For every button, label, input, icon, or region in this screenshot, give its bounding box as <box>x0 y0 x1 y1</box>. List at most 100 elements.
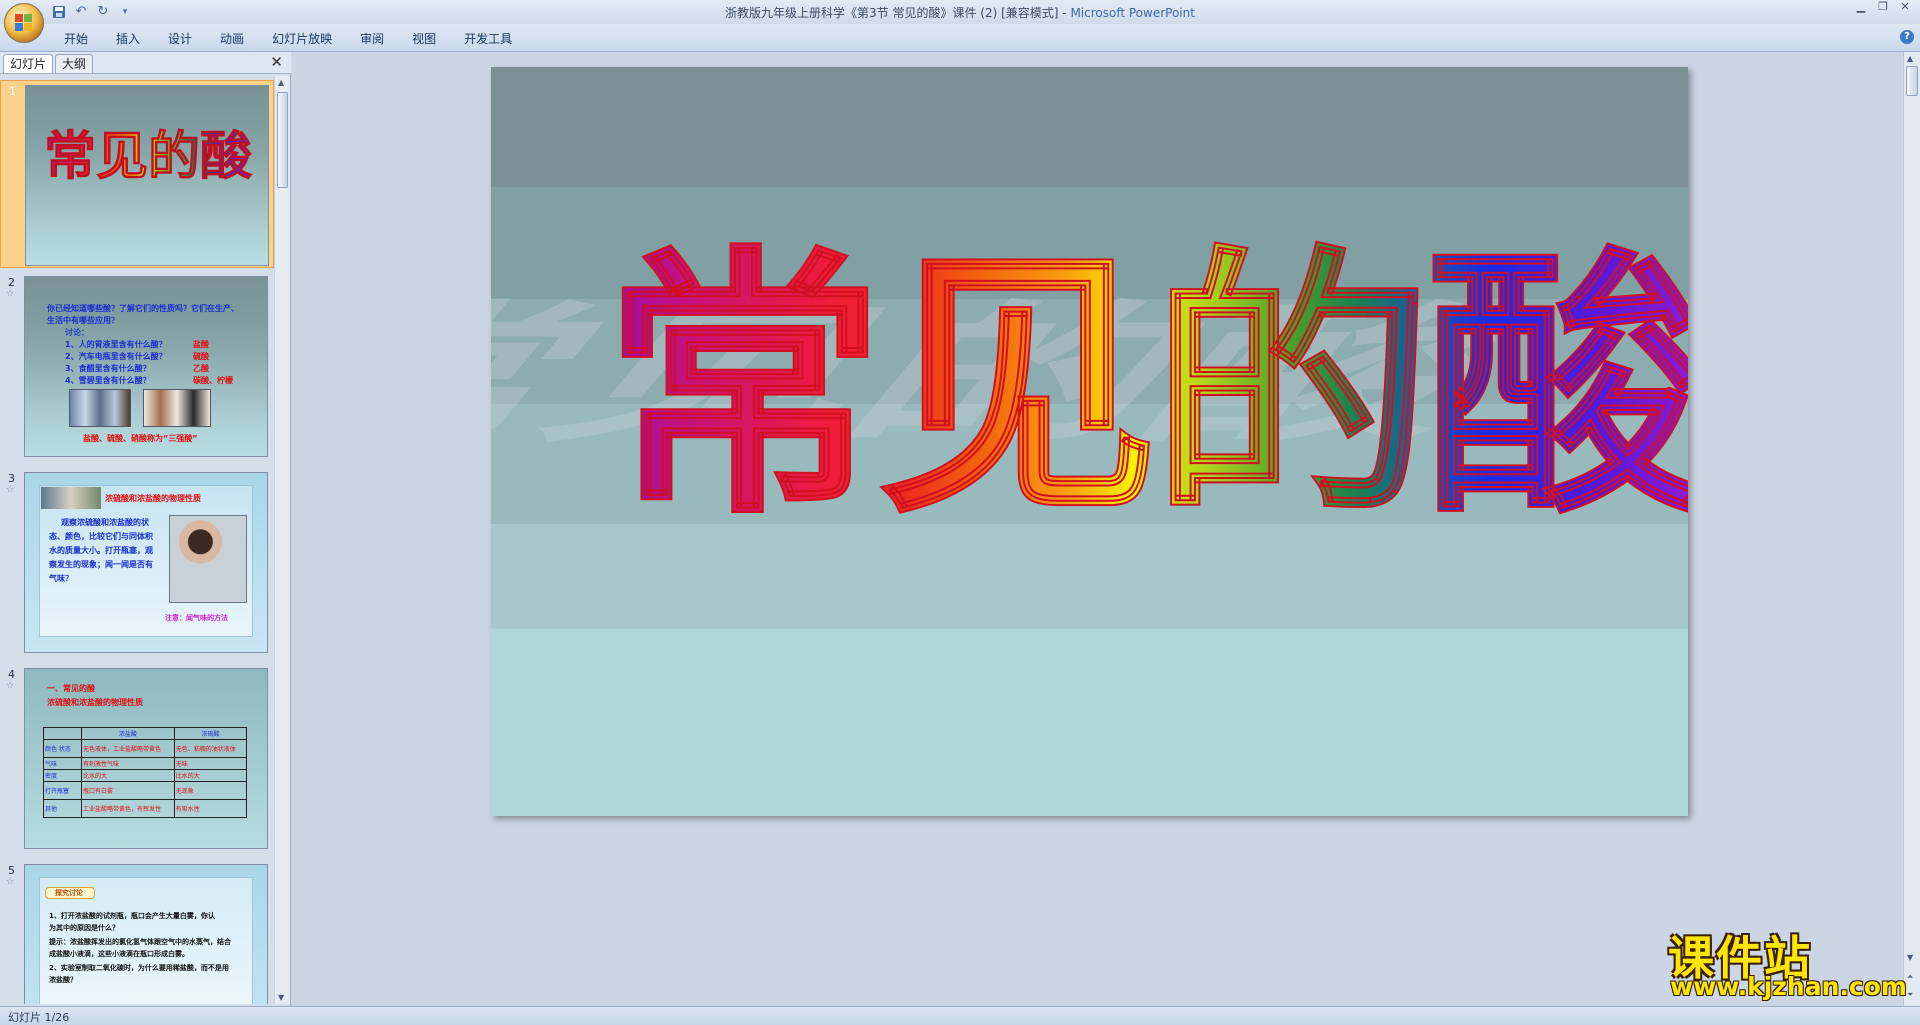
table-cell: 有吸水性 <box>173 799 248 818</box>
table-cell: 瓶口有白雾 <box>81 781 175 800</box>
svg-text:常见的酸: 常见的酸 <box>44 127 253 187</box>
thumb-text: 浓硫酸和浓盐酸的物理性质 <box>47 698 143 707</box>
table-cell: 无现象 <box>173 781 248 800</box>
tab-review[interactable]: 审阅 <box>346 29 398 49</box>
thumb-title-art: 常见的酸 <box>44 127 254 188</box>
table-cell: 比水的大 <box>81 769 175 782</box>
thumb-text: 盐酸、硫酸、硝酸称为“三强酸” <box>83 434 198 443</box>
table-cell: 颜色 状态 <box>43 739 82 758</box>
previous-slide-icon[interactable]: ⏶ <box>1907 972 1913 982</box>
next-slide-icon[interactable]: ⏷ <box>1907 990 1913 1000</box>
scroll-up-icon[interactable]: ▲ <box>278 78 284 87</box>
thumb-text: 探究讨论 <box>55 889 83 897</box>
tab-slides[interactable]: 幻灯片 <box>3 54 54 73</box>
animation-star-icon: ☆ <box>6 877 15 887</box>
slide-thumbnail-2[interactable]: 2 ☆ 你已经知道哪些酸？了解它们的性质吗？它们在生产、 生活中有哪些应用？ 讨… <box>0 272 274 460</box>
tab-view[interactable]: 视图 <box>398 29 450 49</box>
scroll-down-icon[interactable]: ▼ <box>1907 953 1913 962</box>
scroll-down-icon[interactable]: ▼ <box>278 993 284 1002</box>
thumb-text: 2、汽车电瓶里含有什么酸？ <box>65 352 167 361</box>
thumb-text: 提示：浓盐酸挥发出的氯化氢气体跟空气中的水蒸气，结合 <box>49 938 231 946</box>
thumb-text: 注意：闻气味的方法 <box>165 614 228 622</box>
current-slide[interactable]: 常见的酸 常见的酸 <box>491 67 1688 816</box>
slide-counter: 幻灯片 1/26 <box>8 1011 70 1024</box>
tab-animations[interactable]: 动画 <box>206 29 258 49</box>
tab-insert[interactable]: 插入 <box>102 29 154 49</box>
slide-preview: 浓硫酸和浓盐酸的物理性质 观察浓硫酸和浓盐酸的状 态、颜色，比较它们与同体积 水… <box>24 472 268 653</box>
scroll-up-icon[interactable]: ▲ <box>1907 54 1913 63</box>
woman-photo <box>169 515 247 603</box>
table-cell: 浓硫酸 <box>173 727 248 740</box>
table-cell: 浓盐酸 <box>81 727 175 740</box>
slide-editor: 常见的酸 常见的酸 <box>292 52 1902 1006</box>
table-cell: 无色、粘稠的油状液体 <box>173 739 248 758</box>
window-controls: ▁ ❐ ✕ <box>1850 0 1916 16</box>
close-panel-icon[interactable]: ✕ <box>270 53 283 71</box>
slides-panel: 幻灯片 大纲 ✕ 1 常见的酸 2 ☆ 你已经知道哪些酸？了解它们的性质吗？它们… <box>0 52 291 1006</box>
thumb-text: 乙酸 <box>193 364 209 373</box>
tab-developer[interactable]: 开发工具 <box>450 29 526 49</box>
tab-outline[interactable]: 大纲 <box>55 54 94 73</box>
bottles-photo <box>69 389 131 427</box>
ribbon-tabs: 开始 插入 设计 动画 幻灯片放映 审阅 视图 开发工具 <box>50 29 526 49</box>
table-cell: 无色液体，工业盐酸略带黄色 <box>81 739 175 758</box>
editor-scrollbar[interactable]: ▲ ▼ ⏶ ⏷ <box>1903 52 1920 1006</box>
thumb-text: 盐酸 <box>193 340 209 349</box>
scrollbar-thumb[interactable] <box>277 92 288 188</box>
panel-scrollbar[interactable]: ▲ ▼ <box>274 76 290 1004</box>
thumb-text: 3、食醋里含有什么酸？ <box>65 364 151 373</box>
thumb-text: 态、颜色，比较它们与同体积 <box>49 532 153 541</box>
window-title: 浙教版九年级上册科学《第3节 常见的酸》课件 (2) [兼容模式] - Micr… <box>725 6 1195 20</box>
animation-star-icon: ☆ <box>6 289 15 299</box>
slide-number: 3 <box>8 472 15 485</box>
thumb-text: 为其中的原因是什么？ <box>49 924 119 932</box>
thumb-text: 观察浓硫酸和浓盐酸的状 <box>61 518 149 527</box>
slide-number: 1 <box>9 85 16 98</box>
slide-thumbnail-4[interactable]: 4 ☆ 一、常见的酸 浓硫酸和浓盐酸的物理性质 浓盐酸 浓硫酸 颜色 状态 无色… <box>0 664 274 852</box>
slide-preview: 常见的酸 <box>25 85 269 266</box>
thumb-text: 浓盐酸？ <box>49 976 77 984</box>
table-cell: 工业盐酸略带黄色，有挥发性 <box>81 799 175 818</box>
table-cell: 气味 <box>43 757 82 770</box>
table-cell: 密度 <box>43 769 82 782</box>
slide-preview: 你已经知道哪些酸？了解它们的性质吗？它们在生产、 生活中有哪些应用？ 讨论： 1… <box>24 276 268 457</box>
slide-number: 5 <box>8 864 15 877</box>
slide-thumbnail-1[interactable]: 1 常见的酸 <box>0 80 274 268</box>
thumb-text: 察发生的现象；闻一闻是否有 <box>49 560 153 569</box>
thumb-text: 2、实验室制取二氧化碳时，为什么要用稀盐酸，而不是用 <box>49 964 229 972</box>
animation-star-icon: ☆ <box>6 681 15 691</box>
office-logo-icon <box>15 14 33 32</box>
thumb-text: 4、雪碧里含有什么酸？ <box>65 376 151 385</box>
scrollbar-thumb[interactable] <box>1906 66 1918 96</box>
ribbon: 开始 插入 设计 动画 幻灯片放映 审阅 视图 开发工具 ? <box>0 24 1920 52</box>
table-cell <box>43 727 82 740</box>
thumb-text: 浓硫酸和浓盐酸的物理性质 <box>105 494 201 503</box>
panel-tabs: 幻灯片 大纲 ✕ <box>0 52 291 74</box>
tab-slideshow[interactable]: 幻灯片放映 <box>258 29 346 49</box>
office-button[interactable] <box>4 3 44 43</box>
watermark-text-en: www.kjzhan.com <box>1670 972 1907 1001</box>
thumb-text: 你已经知道哪些酸？了解它们的性质吗？它们在生产、 <box>47 304 239 313</box>
thumb-text: 讨论： <box>65 328 89 337</box>
status-bar: 幻灯片 1/26 <box>0 1006 1920 1025</box>
thumb-text: 1、人的胃液里含有什么酸？ <box>65 340 167 349</box>
restore-icon[interactable]: ❐ <box>1872 0 1894 16</box>
animation-star-icon: ☆ <box>6 485 15 495</box>
slide-thumbnail-5[interactable]: 5 ☆ 探究讨论 1、打开浓盐酸的试剂瓶，瓶口会产生大量白雾，你认 为其中的原因… <box>0 860 274 1004</box>
slide-number: 2 <box>8 276 15 289</box>
properties-table: 浓盐酸 浓硫酸 颜色 状态 无色液体，工业盐酸略带黄色 无色、粘稠的油状液体 气… <box>43 727 248 818</box>
thumb-text: 硫酸 <box>193 352 209 361</box>
table-cell: 比水的大 <box>173 769 248 782</box>
tab-home[interactable]: 开始 <box>50 29 102 49</box>
thumb-text: 1、打开浓盐酸的试剂瓶，瓶口会产生大量白雾，你认 <box>49 912 215 920</box>
help-icon[interactable]: ? <box>1900 30 1914 44</box>
table-cell: 打开瓶塞 <box>43 781 82 800</box>
thumb-text: 成盐酸小液滴，这些小液滴在瓶口形成白雾。 <box>49 950 189 958</box>
tab-design[interactable]: 设计 <box>154 29 206 49</box>
slide-thumbnail-3[interactable]: 3 ☆ 浓硫酸和浓盐酸的物理性质 观察浓硫酸和浓盐酸的状 态、颜色，比较它们与同… <box>0 468 274 656</box>
minimize-icon[interactable]: ▁ <box>1850 0 1872 16</box>
thumb-text: 气味？ <box>49 574 73 583</box>
slide-title[interactable]: 常见的酸 <box>602 222 1688 553</box>
close-icon[interactable]: ✕ <box>1894 0 1916 16</box>
slide-title-art: 常见的酸 常见的酸 <box>491 222 1688 553</box>
